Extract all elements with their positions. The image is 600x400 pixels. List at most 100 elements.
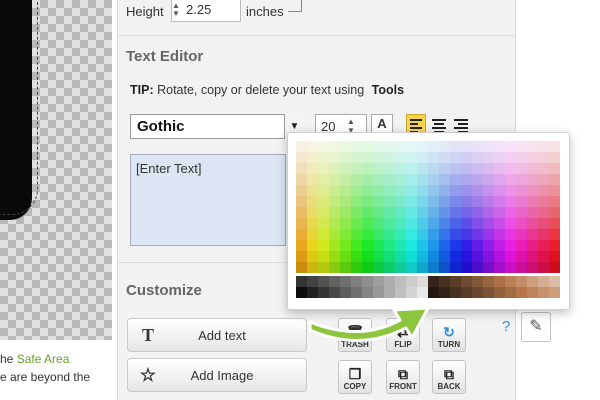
color-swatch[interactable] <box>538 196 549 207</box>
color-swatch[interactable] <box>538 141 549 152</box>
color-swatch[interactable] <box>417 262 428 273</box>
color-swatch[interactable] <box>516 141 527 152</box>
help-icon[interactable]: ? <box>502 318 510 335</box>
color-swatch[interactable] <box>417 141 428 152</box>
color-swatch[interactable] <box>483 262 494 273</box>
color-swatch[interactable] <box>395 240 406 251</box>
color-swatch[interactable] <box>494 287 505 298</box>
color-swatch[interactable] <box>351 262 362 273</box>
color-swatch[interactable] <box>296 229 307 240</box>
eyedropper-icon[interactable]: ✎ <box>521 312 551 342</box>
color-swatch[interactable] <box>406 141 417 152</box>
color-swatch[interactable] <box>329 251 340 262</box>
color-swatch[interactable] <box>406 174 417 185</box>
color-swatch[interactable] <box>406 262 417 273</box>
color-swatch[interactable] <box>450 196 461 207</box>
color-swatch[interactable] <box>494 141 505 152</box>
color-swatch[interactable] <box>362 251 373 262</box>
color-swatch[interactable] <box>472 240 483 251</box>
color-swatch[interactable] <box>450 229 461 240</box>
color-swatch[interactable] <box>516 240 527 251</box>
color-swatch[interactable] <box>362 185 373 196</box>
color-swatch[interactable] <box>373 174 384 185</box>
color-swatch[interactable] <box>483 152 494 163</box>
color-swatch[interactable] <box>318 185 329 196</box>
color-swatch[interactable] <box>395 196 406 207</box>
color-swatch[interactable] <box>417 196 428 207</box>
color-swatch[interactable] <box>538 174 549 185</box>
color-swatch[interactable] <box>351 141 362 152</box>
color-swatch[interactable] <box>384 174 395 185</box>
color-swatch[interactable] <box>307 152 318 163</box>
font-select[interactable]: Gothic <box>130 114 304 139</box>
color-swatch[interactable] <box>417 163 428 174</box>
color-swatch[interactable] <box>461 262 472 273</box>
color-swatch[interactable] <box>340 141 351 152</box>
color-swatch[interactable] <box>472 152 483 163</box>
color-swatch[interactable] <box>417 229 428 240</box>
color-swatch[interactable] <box>527 152 538 163</box>
color-swatch[interactable] <box>549 207 560 218</box>
color-swatch[interactable] <box>340 185 351 196</box>
color-swatch[interactable] <box>516 152 527 163</box>
color-swatch[interactable] <box>406 185 417 196</box>
color-swatch[interactable] <box>527 196 538 207</box>
color-swatch[interactable] <box>483 229 494 240</box>
color-swatch[interactable] <box>329 218 340 229</box>
color-swatch[interactable] <box>373 185 384 196</box>
color-swatch[interactable] <box>329 163 340 174</box>
color-swatch[interactable] <box>505 207 516 218</box>
color-swatch[interactable] <box>373 276 384 287</box>
color-swatch[interactable] <box>505 174 516 185</box>
color-swatch[interactable] <box>318 163 329 174</box>
color-swatch[interactable] <box>505 262 516 273</box>
color-swatch[interactable] <box>439 163 450 174</box>
color-swatch[interactable] <box>549 229 560 240</box>
color-swatch[interactable] <box>450 185 461 196</box>
color-swatch[interactable] <box>296 262 307 273</box>
color-swatch[interactable] <box>428 152 439 163</box>
color-swatch[interactable] <box>472 207 483 218</box>
color-swatch[interactable] <box>373 163 384 174</box>
color-swatch[interactable] <box>307 185 318 196</box>
color-swatch[interactable] <box>417 218 428 229</box>
color-swatch[interactable] <box>362 218 373 229</box>
color-swatch[interactable] <box>472 287 483 298</box>
color-swatch[interactable] <box>340 152 351 163</box>
color-swatch[interactable] <box>373 240 384 251</box>
color-swatch[interactable] <box>307 276 318 287</box>
back-button[interactable]: ⧉ BACK <box>432 360 466 394</box>
color-swatch[interactable] <box>395 262 406 273</box>
color-swatch[interactable] <box>527 141 538 152</box>
color-swatch[interactable] <box>318 229 329 240</box>
color-swatch[interactable] <box>472 218 483 229</box>
color-swatch[interactable] <box>373 196 384 207</box>
color-swatch[interactable] <box>340 174 351 185</box>
color-swatch[interactable] <box>329 207 340 218</box>
color-swatch[interactable] <box>450 218 461 229</box>
color-swatch[interactable] <box>307 262 318 273</box>
color-swatch[interactable] <box>395 207 406 218</box>
color-swatch[interactable] <box>340 218 351 229</box>
color-swatch[interactable] <box>505 276 516 287</box>
color-swatch[interactable] <box>549 185 560 196</box>
color-swatch[interactable] <box>516 218 527 229</box>
color-swatch[interactable] <box>549 163 560 174</box>
color-swatch[interactable] <box>439 196 450 207</box>
color-swatch[interactable] <box>461 174 472 185</box>
color-swatch[interactable] <box>351 229 362 240</box>
color-swatch[interactable] <box>472 229 483 240</box>
color-swatch[interactable] <box>340 229 351 240</box>
color-swatch[interactable] <box>395 174 406 185</box>
color-swatch[interactable] <box>549 152 560 163</box>
color-swatch[interactable] <box>307 174 318 185</box>
color-swatch[interactable] <box>329 229 340 240</box>
color-swatch[interactable] <box>472 185 483 196</box>
color-swatch[interactable] <box>307 141 318 152</box>
color-swatch[interactable] <box>494 218 505 229</box>
color-swatch[interactable] <box>340 240 351 251</box>
color-swatch[interactable] <box>439 262 450 273</box>
color-swatch[interactable] <box>450 262 461 273</box>
color-swatch[interactable] <box>439 287 450 298</box>
color-swatch[interactable] <box>417 185 428 196</box>
